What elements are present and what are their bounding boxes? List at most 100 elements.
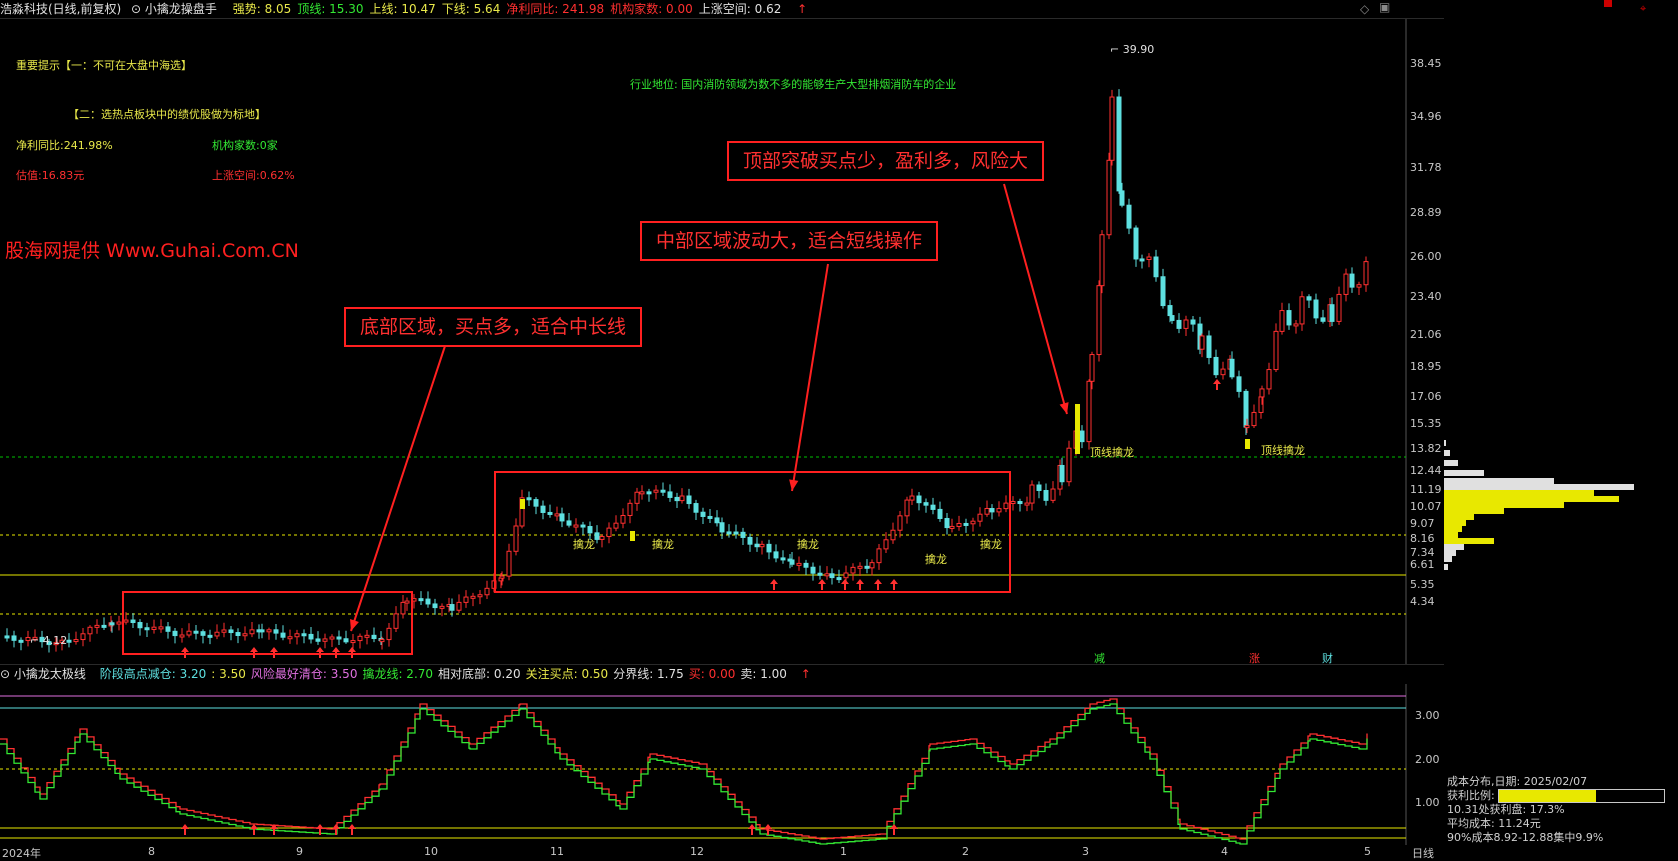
candle bbox=[404, 600, 410, 604]
candle bbox=[554, 513, 560, 517]
candle bbox=[1176, 319, 1182, 329]
buy-arrow bbox=[181, 647, 189, 658]
chip-bar bbox=[1444, 484, 1634, 490]
month-tick: 5 bbox=[1364, 845, 1371, 858]
candle bbox=[1119, 190, 1125, 206]
candle bbox=[1199, 335, 1205, 350]
month-tick: 9 bbox=[296, 845, 303, 858]
candle bbox=[857, 565, 863, 569]
up-arrow-icon: ↑ bbox=[797, 2, 808, 16]
candle bbox=[606, 527, 612, 538]
low-price-label: ⌐ 4.12 bbox=[30, 634, 68, 647]
indicator-name[interactable]: ⊙ 小擒龙操盘手 bbox=[131, 2, 223, 16]
candle bbox=[850, 566, 856, 574]
cost-line-3: 90%成本8.92-12.88集中9.9% bbox=[1447, 831, 1604, 844]
candle bbox=[1086, 380, 1092, 443]
sub-header-item-2: 风险最好清仓: 3.50 bbox=[250, 667, 358, 681]
candle bbox=[944, 517, 950, 529]
chip-bar bbox=[1444, 564, 1448, 570]
candle bbox=[228, 629, 234, 634]
candle bbox=[1363, 261, 1369, 286]
candle bbox=[109, 622, 115, 626]
candle bbox=[667, 491, 673, 498]
sub-indicator-title[interactable]: ⊙ 小擒龙太极线 bbox=[0, 667, 91, 681]
candle bbox=[909, 495, 915, 501]
sub-header-item-7: 买: 0.00 bbox=[688, 667, 736, 681]
candle bbox=[1106, 159, 1112, 236]
candle bbox=[674, 496, 680, 502]
candle bbox=[179, 634, 185, 638]
price-tick: 15.35 bbox=[1410, 417, 1442, 430]
qinlong-label-4: 擒龙 bbox=[925, 553, 947, 566]
chip-bar bbox=[1444, 544, 1464, 550]
candle bbox=[869, 562, 875, 569]
candle bbox=[137, 622, 143, 629]
candle bbox=[930, 504, 936, 510]
candle bbox=[1251, 411, 1257, 427]
price-tick: 18.95 bbox=[1410, 360, 1442, 373]
candle bbox=[803, 562, 809, 568]
sub-buy-arrow bbox=[348, 824, 356, 835]
chip-bar bbox=[1444, 440, 1446, 446]
price-tick: 28.89 bbox=[1410, 206, 1442, 219]
candle bbox=[18, 639, 24, 643]
buy-arrow bbox=[1213, 379, 1221, 390]
price-tick: 23.40 bbox=[1410, 290, 1442, 303]
candle bbox=[418, 598, 424, 602]
chip-bar bbox=[1444, 496, 1619, 502]
candle bbox=[949, 525, 955, 529]
candle bbox=[573, 524, 579, 528]
buy-arrow bbox=[841, 579, 849, 590]
upside-space: 上涨空间:0.62% bbox=[212, 169, 295, 182]
tip-2: 【二：选热点板块中的绩优股做为标地】 bbox=[68, 108, 266, 121]
candle bbox=[172, 630, 178, 637]
middle-arrow-head bbox=[789, 479, 799, 491]
candle bbox=[87, 626, 93, 635]
month-tick: 3 bbox=[1082, 845, 1089, 858]
candle bbox=[116, 621, 122, 625]
price-tick: 17.06 bbox=[1410, 390, 1442, 403]
candle bbox=[1299, 296, 1305, 325]
taiji-line-chart[interactable] bbox=[0, 684, 1444, 845]
candle bbox=[470, 595, 476, 599]
sub-header-item-5: 关注买点: 0.50 bbox=[525, 667, 609, 681]
candle bbox=[1293, 323, 1299, 327]
month-tick: 10 bbox=[424, 845, 438, 858]
tip-1: 重要提示【一：不可在大盘中海选】 bbox=[16, 59, 192, 72]
header-item-1: 顶线: 15.30 bbox=[297, 2, 364, 16]
buy-arrow bbox=[348, 647, 356, 658]
candle bbox=[4, 635, 10, 639]
candle bbox=[1089, 354, 1095, 382]
price-tick: 26.00 bbox=[1410, 250, 1442, 263]
candle bbox=[1320, 317, 1326, 322]
month-tick: 12 bbox=[690, 845, 704, 858]
signal-candle bbox=[1245, 439, 1250, 449]
candle bbox=[386, 627, 392, 641]
candle bbox=[1279, 310, 1285, 332]
sub-tick: 1.00 bbox=[1415, 796, 1440, 809]
candle bbox=[463, 596, 469, 603]
candle bbox=[280, 632, 286, 638]
candle bbox=[130, 619, 136, 624]
cost-distribution-panel: 成本分布,日期: 2025/02/07 获利比例: 58.4% 10.31处获利… bbox=[1447, 775, 1678, 845]
chip-bar bbox=[1444, 478, 1554, 484]
chip-bar bbox=[1444, 490, 1594, 496]
window-toggle-icon[interactable]: ▣ bbox=[1379, 0, 1390, 14]
price-tick: 11.19 bbox=[1410, 483, 1442, 496]
candle bbox=[719, 522, 725, 533]
price-tick: 6.61 bbox=[1410, 558, 1435, 571]
valuation: 估值:16.83元 bbox=[16, 169, 85, 182]
institution-count: 机构家数:0家 bbox=[212, 139, 278, 152]
stock-title[interactable]: 浩淼科技(日线,前复权) bbox=[0, 2, 121, 16]
qinlong-label-3: 擒龙 bbox=[797, 538, 819, 551]
header-item-4: 净利同比: 241.98 bbox=[506, 2, 605, 16]
chip-tool-icon[interactable]: ⌖ bbox=[1640, 2, 1646, 16]
candle bbox=[897, 515, 903, 531]
chip-bar bbox=[1444, 556, 1452, 562]
candle bbox=[1273, 330, 1279, 371]
industry-position: 行业地位: 国内消防领域为数不多的能够生产大型排烟消防车的企业 bbox=[630, 78, 957, 91]
candle bbox=[747, 536, 753, 545]
diamond-icon[interactable]: ◇ bbox=[1360, 2, 1369, 16]
candle bbox=[322, 638, 328, 642]
candle bbox=[796, 562, 802, 566]
